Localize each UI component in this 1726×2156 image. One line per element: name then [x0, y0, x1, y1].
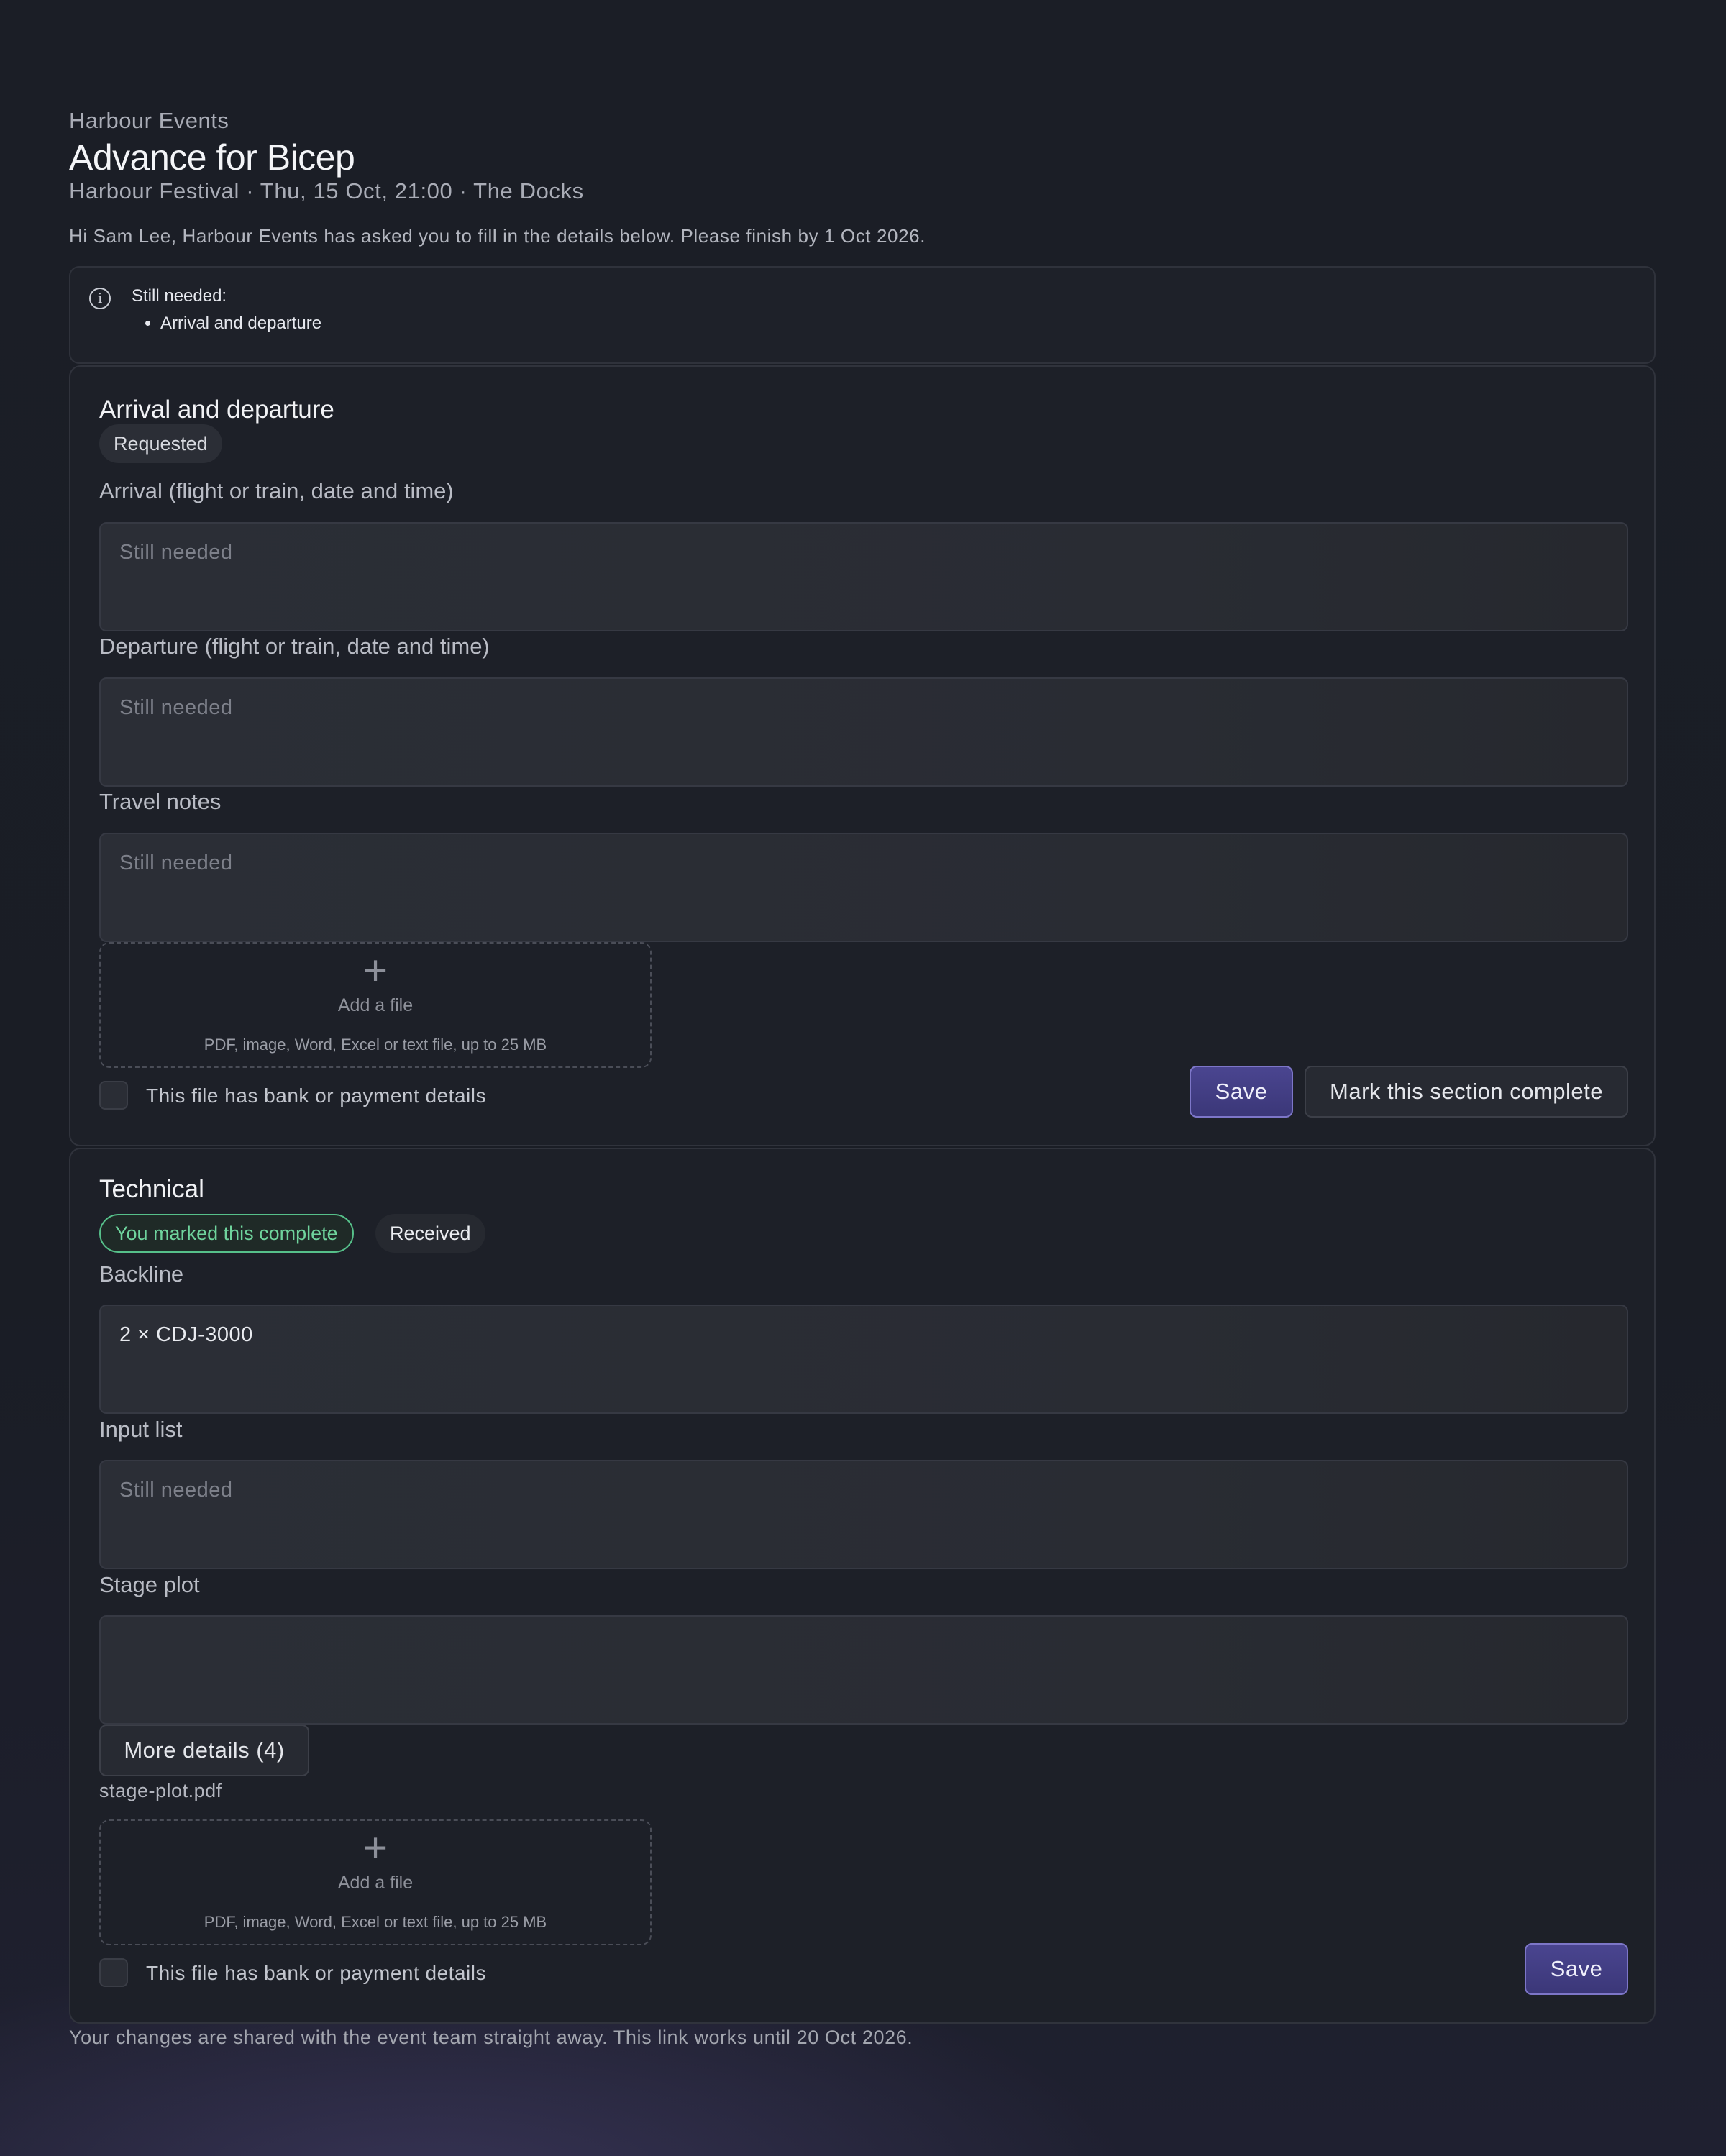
stage-plot-field[interactable] [99, 1615, 1628, 1725]
page-title: Advance for Bicep [69, 137, 355, 178]
section-title: Arrival and departure [99, 396, 334, 424]
travel-notes-field[interactable]: Still needed [99, 833, 1628, 942]
section-arrival-departure: Arrival and departure Requested Arrival … [69, 365, 1656, 1146]
mark-complete-button[interactable]: Mark this section complete [1305, 1066, 1628, 1118]
file-dropzone[interactable]: + Add a file PDF, image, Word, Excel or … [99, 1819, 652, 1945]
plus-icon: + [363, 947, 388, 994]
stage-plot-label: Stage plot [99, 1572, 200, 1597]
section-title: Technical [99, 1175, 204, 1203]
organizer-name: Harbour Events [69, 108, 229, 133]
input-list-field[interactable]: Still needed [99, 1460, 1628, 1569]
arrival-label: Arrival (flight or train, date and time) [99, 478, 454, 503]
bank-details-label: This file has bank or payment details [146, 1084, 486, 1107]
bank-details-label: This file has bank or payment details [146, 1962, 486, 1984]
still-needed-notice: i Still needed: Arrival and departure [69, 266, 1656, 364]
status-badge: Requested [99, 424, 222, 463]
notice-heading: Still needed: [132, 286, 227, 306]
add-file-label: Add a file [337, 995, 414, 1015]
notice-list: Arrival and departure [132, 314, 321, 334]
file-type-hint: PDF, image, Word, Excel or text file, up… [204, 1913, 547, 1931]
attached-file-link[interactable]: stage-plot.pdf [99, 1780, 222, 1802]
plus-icon: + [363, 1824, 388, 1871]
add-file-label: Add a file [337, 1873, 414, 1893]
arrival-field[interactable]: Still needed [99, 522, 1628, 631]
notice-item: Arrival and departure [160, 314, 321, 334]
travel-notes-label: Travel notes [99, 789, 222, 814]
backline-label: Backline [99, 1261, 184, 1287]
backline-field[interactable]: 2 × CDJ-3000 [99, 1305, 1628, 1414]
input-list-label: Input list [99, 1417, 183, 1442]
save-button[interactable]: Save [1525, 1943, 1628, 1995]
complete-badge: You marked this complete [99, 1214, 354, 1253]
file-type-hint: PDF, image, Word, Excel or text file, up… [204, 1036, 547, 1054]
status-badge: Received [375, 1214, 485, 1253]
intro-text: Hi Sam Lee, Harbour Events has asked you… [69, 225, 926, 247]
save-button[interactable]: Save [1190, 1066, 1293, 1118]
departure-label: Departure (flight or train, date and tim… [99, 634, 490, 659]
event-subtitle: Harbour Festival · Thu, 15 Oct, 21:00 · … [69, 178, 584, 204]
file-dropzone[interactable]: + Add a file PDF, image, Word, Excel or … [99, 942, 652, 1068]
bank-details-checkbox[interactable] [99, 1081, 128, 1110]
departure-field[interactable]: Still needed [99, 677, 1628, 787]
footer-note: Your changes are shared with the event t… [69, 2027, 913, 2048]
more-details-button[interactable]: More details (4) [99, 1725, 309, 1776]
info-icon: i [89, 288, 111, 309]
bank-details-checkbox[interactable] [99, 1958, 128, 1987]
section-technical: Technical You marked this complete Recei… [69, 1148, 1656, 2024]
